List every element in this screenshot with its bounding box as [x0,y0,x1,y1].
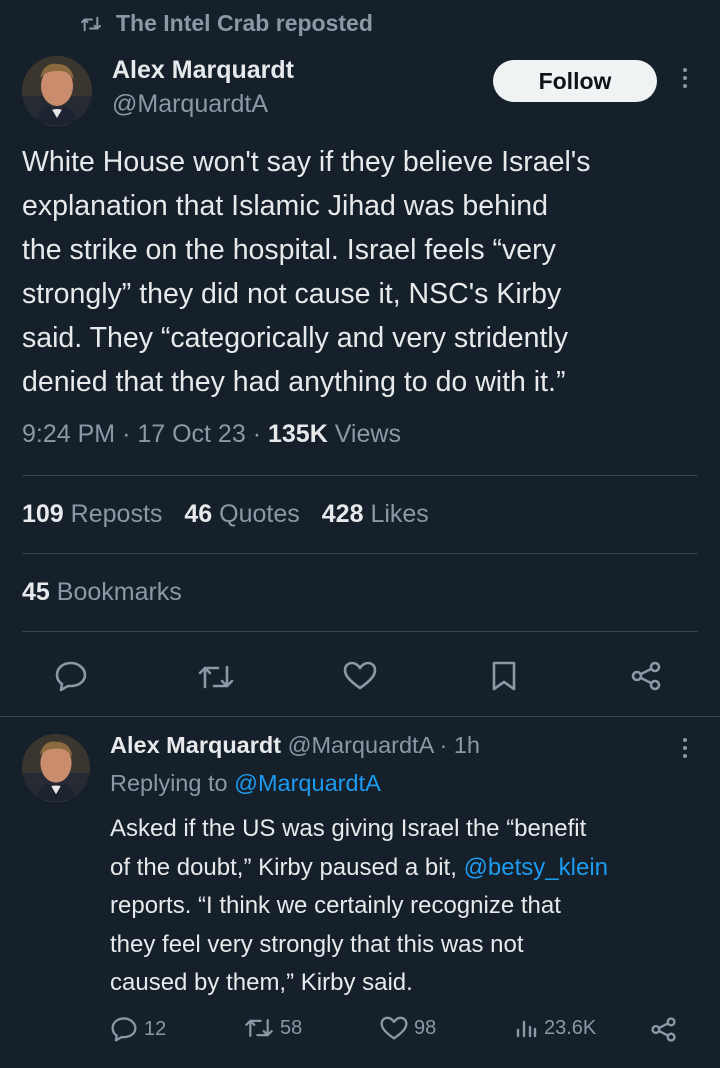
divider [22,631,698,632]
likes-stat[interactable]: 428 Likes [322,500,429,528]
reply-text: Asked if the US was giving Israel the “b… [110,810,608,1003]
views-count: 135K [267,420,328,448]
engagement-stats: 109 Reposts 46 Quotes 428 Likes [22,500,429,529]
reply-author-name[interactable]: Alex Marquardt [110,732,281,758]
repost-indicator[interactable]: The Intel Crab reposted [80,10,373,37]
reply-text-line: they feel very strongly that this was no… [110,930,524,958]
reply-text-line: caused by them,” Kirby said. [110,969,413,996]
tweet-text: White House won't say if they believe Is… [22,140,702,404]
repost-count: 58 [280,1016,303,1039]
reply-icon [110,1016,138,1042]
avatar[interactable] [22,56,92,126]
reply-text-line: of the doubt,” Kirby paused a bit, @bets… [110,853,608,881]
reply-text-line: reports. “I think we certainly recognize… [110,892,561,919]
tweet-text-line: White House won't say if they believe Is… [22,146,591,178]
reply-count: 12 [144,1017,167,1040]
reply-like-button[interactable]: 98 [380,1016,436,1041]
views-label: Views [334,420,401,448]
reposts-stat[interactable]: 109 Reposts [22,500,162,528]
reply-icon[interactable] [54,660,88,697]
reply-avatar[interactable] [22,734,90,802]
more-options-icon[interactable] [675,68,695,88]
follow-button[interactable]: Follow [493,60,657,102]
repost-icon [244,1016,274,1040]
divider [22,553,698,554]
author-handle[interactable]: @MarquardtA [112,90,268,119]
divider [22,475,698,476]
repost-label: The Intel Crab reposted [116,10,373,36]
reply-more-options-icon[interactable] [675,738,695,758]
reply-header: Alex Marquardt @MarquardtA · 1h [110,732,480,758]
reply-reply-button[interactable]: 12 [110,1016,166,1042]
views-count: 23.6K [544,1016,597,1039]
tweet-time[interactable]: 9:24 PM [22,420,115,448]
repost-icon[interactable] [197,662,235,697]
share-icon [650,1016,677,1043]
divider [0,716,720,717]
reply-views-button[interactable]: 23.6K [514,1016,596,1040]
tweet-date[interactable]: 17 Oct 23 [137,420,245,448]
replying-to: Replying to @MarquardtA [110,770,381,796]
reply-repost-button[interactable]: 58 [244,1016,302,1040]
tweet-text-line: explanation that Islamic Jihad was behin… [22,190,548,222]
author-name[interactable]: Alex Marquardt [112,56,294,85]
like-icon [380,1016,408,1041]
replying-to-link[interactable]: @MarquardtA [234,770,381,796]
bookmarks-stat[interactable]: 45 Bookmarks [22,578,182,607]
like-count: 98 [414,1017,437,1039]
reply-share-button[interactable] [650,1016,677,1043]
tweet-text-line: strongly” they did not cause it, NSC's K… [22,278,562,310]
tweet-text-line: denied that they had anything to do with… [22,366,566,398]
reply-text-line: Asked if the US was giving Israel the “b… [110,815,587,842]
views-icon [514,1016,538,1040]
mention-link[interactable]: @betsy_klein [464,854,608,881]
tweet-meta: 9:24 PM · 17 Oct 23 · 135K Views [22,420,401,448]
like-icon[interactable] [343,661,377,696]
quotes-stat[interactable]: 46 Quotes [184,500,299,528]
tweet-text-line: said. They “categorically and very strid… [22,322,568,354]
reply-time[interactable]: 1h [454,732,480,758]
tweet-text-line: the strike on the hospital. Israel feels… [22,234,556,266]
repost-icon [80,15,102,33]
share-icon[interactable] [630,660,662,697]
reply-author-handle[interactable]: @MarquardtA [288,732,433,758]
bookmark-icon[interactable] [491,660,517,697]
